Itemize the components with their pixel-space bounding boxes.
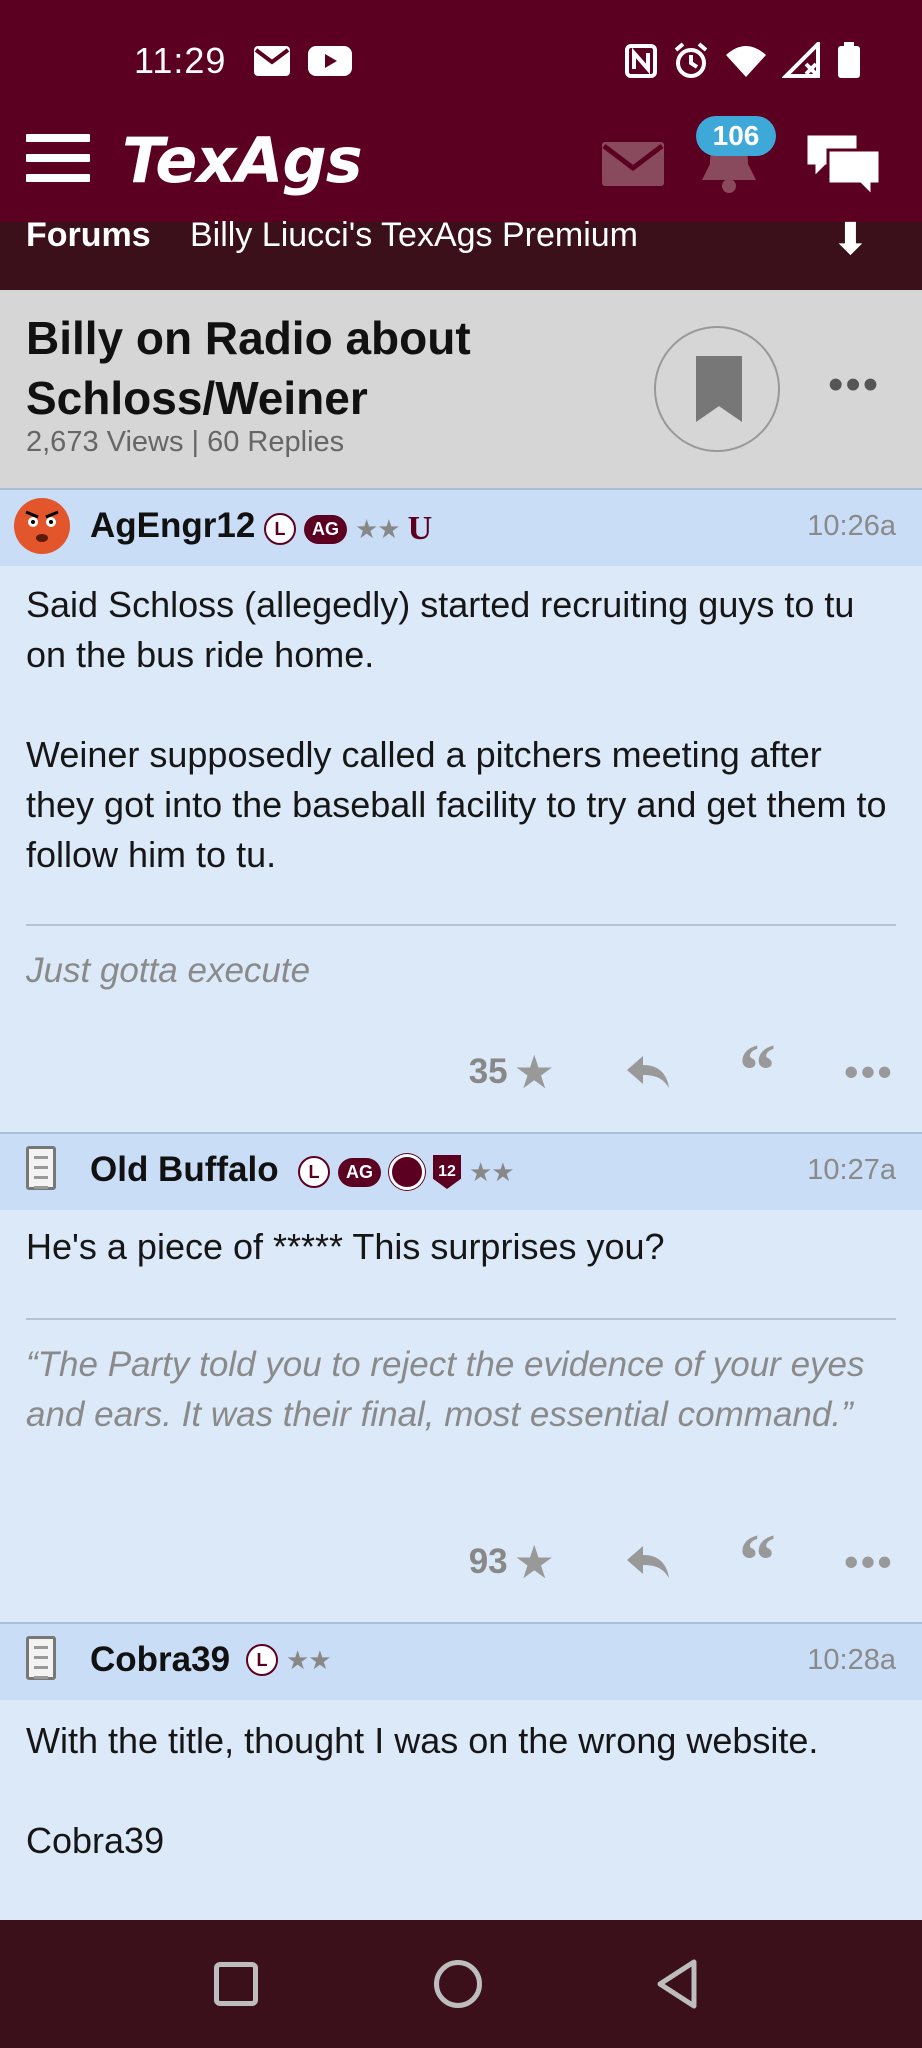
post-actions: 35 ★ “ ••• (468, 1034, 922, 1108)
thread-more-icon[interactable]: ••• (828, 360, 880, 410)
post-paragraph: Weiner supposedly called a pitchers meet… (26, 734, 887, 875)
post-header: Cobra39 L ★★ 10:28a (0, 1624, 922, 1700)
star-icon[interactable]: ★ (514, 1045, 555, 1099)
avatar[interactable] (26, 1636, 56, 1680)
system-nav-bar (0, 1920, 922, 2048)
post-body: Said Schloss (allegedly) started recruit… (0, 566, 922, 880)
signature: Just gotta execute (26, 951, 311, 990)
star-count: 93 (468, 1542, 508, 1581)
board-link[interactable]: Billy Liucci's TexAgs Premium (190, 216, 638, 255)
badge-ag: AG (304, 514, 347, 544)
more-icon[interactable]: ••• (844, 1048, 894, 1096)
post-time: 10:27a (807, 1154, 896, 1186)
reply-icon[interactable] (625, 1544, 671, 1580)
bookmark-button[interactable] (654, 326, 780, 452)
angry-face-icon (16, 500, 68, 552)
post-time: 10:26a (807, 510, 896, 542)
badge-l: L (298, 1156, 330, 1188)
reply-icon[interactable] (625, 1054, 671, 1090)
badge-stars: ★★ (469, 1156, 515, 1187)
signal-off-icon (782, 42, 820, 78)
youtube-icon (308, 46, 352, 76)
star-icon[interactable]: ★ (514, 1535, 555, 1589)
badge-l: L (264, 513, 296, 545)
texags-logo[interactable]: TexAgs (122, 124, 363, 197)
badge-u: U (407, 510, 433, 547)
mail-icon (254, 46, 290, 76)
post-paragraph: Cobra39 (26, 1820, 165, 1861)
username[interactable]: Old Buffalo (90, 1150, 279, 1190)
badge-12: 12 (433, 1155, 461, 1189)
arrow-down-icon[interactable]: ⬇ (832, 214, 869, 265)
recents-button[interactable] (214, 1962, 258, 2006)
post: Old Buffalo L AG 12 ★★ 10:27a He's a pie… (0, 1134, 922, 1622)
thread-header: Billy on Radio about Schloss/Weiner 2,67… (0, 290, 922, 490)
messages-icon[interactable] (600, 140, 666, 188)
signature: “The Party told you to reject the eviden… (26, 1345, 865, 1434)
post: Cobra39 L ★★ 10:28a With the title, thou… (0, 1624, 922, 1920)
status-bar: 11:29 (0, 0, 922, 124)
post: AgEngr12 L AG ★★ U 10:26a Said Schloss (… (0, 490, 922, 1132)
post-paragraph: With the title, thought I was on the wro… (26, 1720, 819, 1761)
username[interactable]: Cobra39 (90, 1640, 230, 1680)
quote-icon[interactable]: “ (739, 1524, 776, 1598)
alarm-icon (674, 42, 708, 78)
badge-l: L (246, 1644, 278, 1676)
post-header: Old Buffalo L AG 12 ★★ 10:27a (0, 1134, 922, 1210)
battery-icon (838, 42, 860, 78)
post-header: AgEngr12 L AG ★★ U 10:26a (0, 490, 922, 566)
seal-badge-icon (389, 1154, 425, 1190)
bookmark-icon (696, 356, 742, 422)
more-icon[interactable]: ••• (844, 1538, 894, 1586)
quote-icon[interactable]: “ (739, 1034, 776, 1108)
thread-meta: 2,673 Views | 60 Replies (26, 426, 345, 458)
post-paragraph: Said Schloss (allegedly) started recruit… (26, 584, 855, 675)
app-bar: TexAgs 106 (0, 116, 922, 222)
avatar[interactable] (14, 498, 70, 554)
status-time: 11:29 (134, 40, 227, 81)
nfc-icon (625, 44, 657, 78)
wifi-icon (726, 46, 766, 77)
badge-stars: ★★ (286, 1644, 332, 1675)
badge-ag: AG (338, 1157, 381, 1187)
post-time: 10:28a (807, 1644, 896, 1676)
username[interactable]: AgEngr12 (90, 506, 255, 546)
forum-breadcrumb: Forums Billy Liucci's TexAgs Premium ⬇ (0, 215, 922, 290)
thread-title: Billy on Radio about Schloss/Weiner (26, 312, 471, 424)
forums-link[interactable]: Forums (26, 216, 151, 255)
post-paragraph: He's a piece of ***** This surprises you… (26, 1226, 665, 1267)
post-body: With the title, thought I was on the wro… (0, 1700, 922, 1866)
post-body: He's a piece of ***** This surprises you… (0, 1210, 922, 1272)
post-actions: 93 ★ “ ••• (468, 1524, 922, 1598)
chat-icon[interactable] (800, 128, 884, 200)
back-icon[interactable] (654, 1958, 700, 2010)
home-button[interactable] (434, 1960, 482, 2008)
avatar[interactable] (26, 1146, 56, 1190)
star-count: 35 (468, 1052, 508, 1091)
badge-stars: ★★ (355, 513, 401, 544)
menu-icon[interactable] (26, 134, 90, 184)
notification-count-badge[interactable]: 106 (696, 116, 776, 156)
